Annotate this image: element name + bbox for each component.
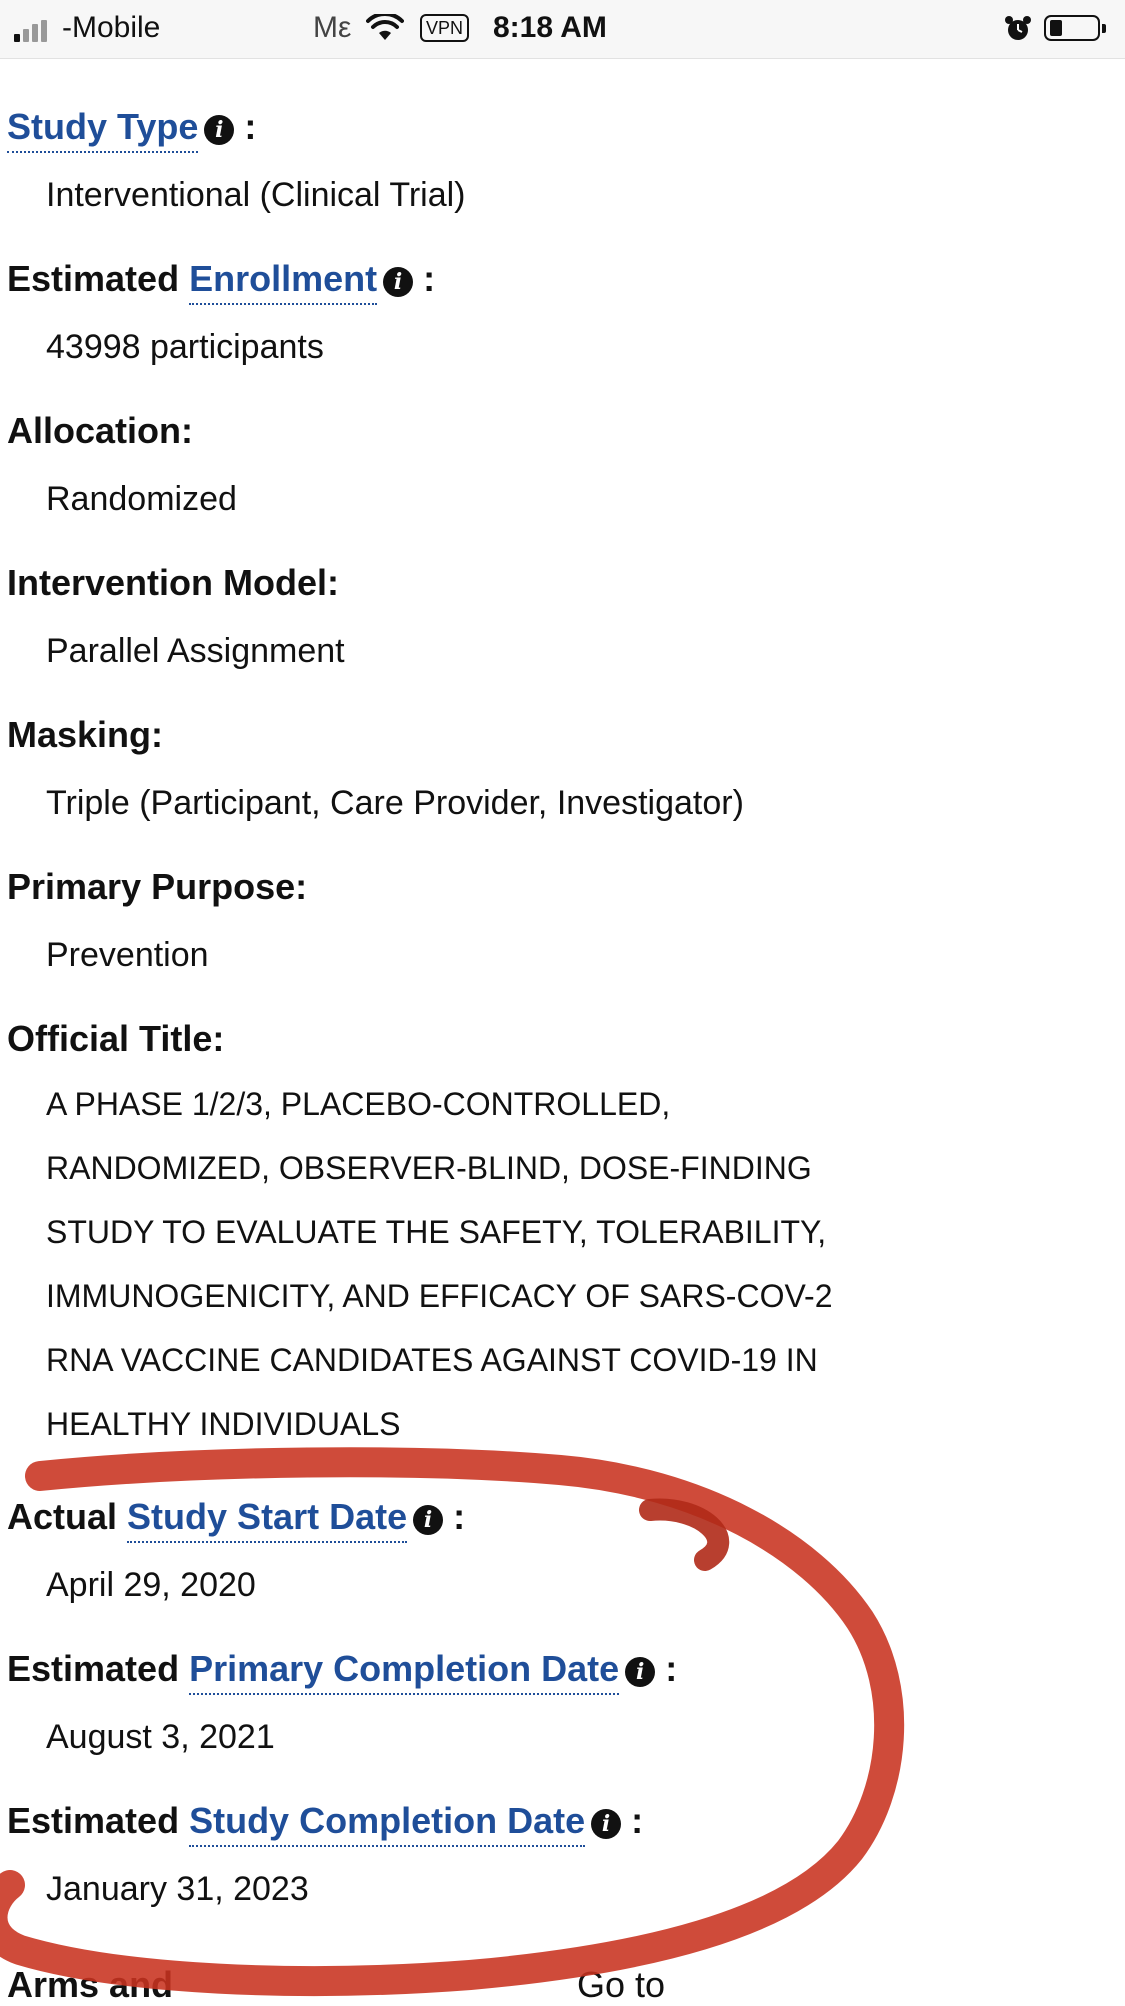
enrollment-label: Estimated Enrollment i : [7, 258, 435, 300]
primary-completion-date-link[interactable]: Primary Completion Date [189, 1648, 619, 1695]
primary-completion-value: August 3, 2021 [46, 1718, 275, 1757]
vpn-badge: VPN [420, 14, 469, 42]
allocation-label: Allocation: [7, 410, 193, 452]
study-start-date-link[interactable]: Study Start Date [127, 1496, 407, 1543]
official-title-line: STUDY TO EVALUATE THE SAFETY, TOLERABILI… [46, 1200, 832, 1264]
carrier-name: -Mobile [62, 11, 160, 45]
label-prefix: Estimated [7, 258, 179, 299]
primary-purpose-value: Prevention [46, 936, 209, 975]
official-title-line: IMMUNOGENICITY, AND EFFICACY OF SARS-COV… [46, 1264, 832, 1328]
intervention-model-value: Parallel Assignment [46, 632, 345, 671]
info-icon[interactable]: i [383, 267, 413, 297]
study-type-value: Interventional (Clinical Trial) [46, 176, 466, 215]
enrollment-link[interactable]: Enrollment [189, 258, 377, 305]
battery-icon [1044, 15, 1100, 41]
masking-label: Masking: [7, 714, 163, 756]
label-colon: : [665, 1648, 677, 1689]
study-completion-label: Estimated Study Completion Date i : [7, 1800, 643, 1842]
study-start-value: April 29, 2020 [46, 1566, 256, 1605]
signal-icon [14, 20, 54, 42]
masking-value: Triple (Participant, Care Provider, Inve… [46, 784, 744, 823]
primary-completion-label: Estimated Primary Completion Date i : [7, 1648, 677, 1690]
official-title-value: A PHASE 1/2/3, PLACEBO-CONTROLLED, RANDO… [46, 1072, 832, 1456]
official-title-line: HEALTHY INDIVIDUALS [46, 1392, 832, 1456]
label-colon: : [631, 1800, 643, 1841]
official-title-label: Official Title: [7, 1018, 224, 1060]
clock-time: 8:18 AM [493, 11, 607, 45]
enrollment-value: 43998 participants [46, 328, 324, 367]
wifi-icon [366, 14, 404, 42]
go-to-link[interactable]: Go to [577, 1964, 665, 2006]
label-prefix: Estimated [7, 1800, 179, 1841]
official-title-line: A PHASE 1/2/3, PLACEBO-CONTROLLED, [46, 1072, 832, 1136]
info-icon[interactable]: i [413, 1505, 443, 1535]
study-start-label: Actual Study Start Date i : [7, 1496, 465, 1538]
study-completion-date-link[interactable]: Study Completion Date [189, 1800, 585, 1847]
info-icon[interactable]: i [204, 115, 234, 145]
study-completion-value: January 31, 2023 [46, 1870, 309, 1909]
label-colon: : [453, 1496, 465, 1537]
label-prefix: Estimated [7, 1648, 179, 1689]
info-icon[interactable]: i [591, 1809, 621, 1839]
official-title-line: RANDOMIZED, OBSERVER-BLIND, DOSE-FINDING [46, 1136, 832, 1200]
carrier-secondary: Mε [313, 11, 351, 45]
study-type-link[interactable]: Study Type [7, 106, 198, 153]
arms-and-heading: Arms and [7, 1964, 173, 2006]
intervention-model-label: Intervention Model: [7, 562, 339, 604]
primary-purpose-label: Primary Purpose: [7, 866, 307, 908]
label-prefix: Actual [7, 1496, 117, 1537]
allocation-value: Randomized [46, 480, 237, 519]
status-bar: -Mobile Mε VPN 8:18 AM [0, 0, 1125, 59]
label-colon: : [244, 106, 256, 147]
official-title-line: RNA VACCINE CANDIDATES AGAINST COVID-19 … [46, 1328, 832, 1392]
label-colon: : [423, 258, 435, 299]
alarm-clock-icon [1003, 14, 1033, 44]
info-icon[interactable]: i [625, 1657, 655, 1687]
study-type-label: Study Type i : [7, 106, 256, 148]
